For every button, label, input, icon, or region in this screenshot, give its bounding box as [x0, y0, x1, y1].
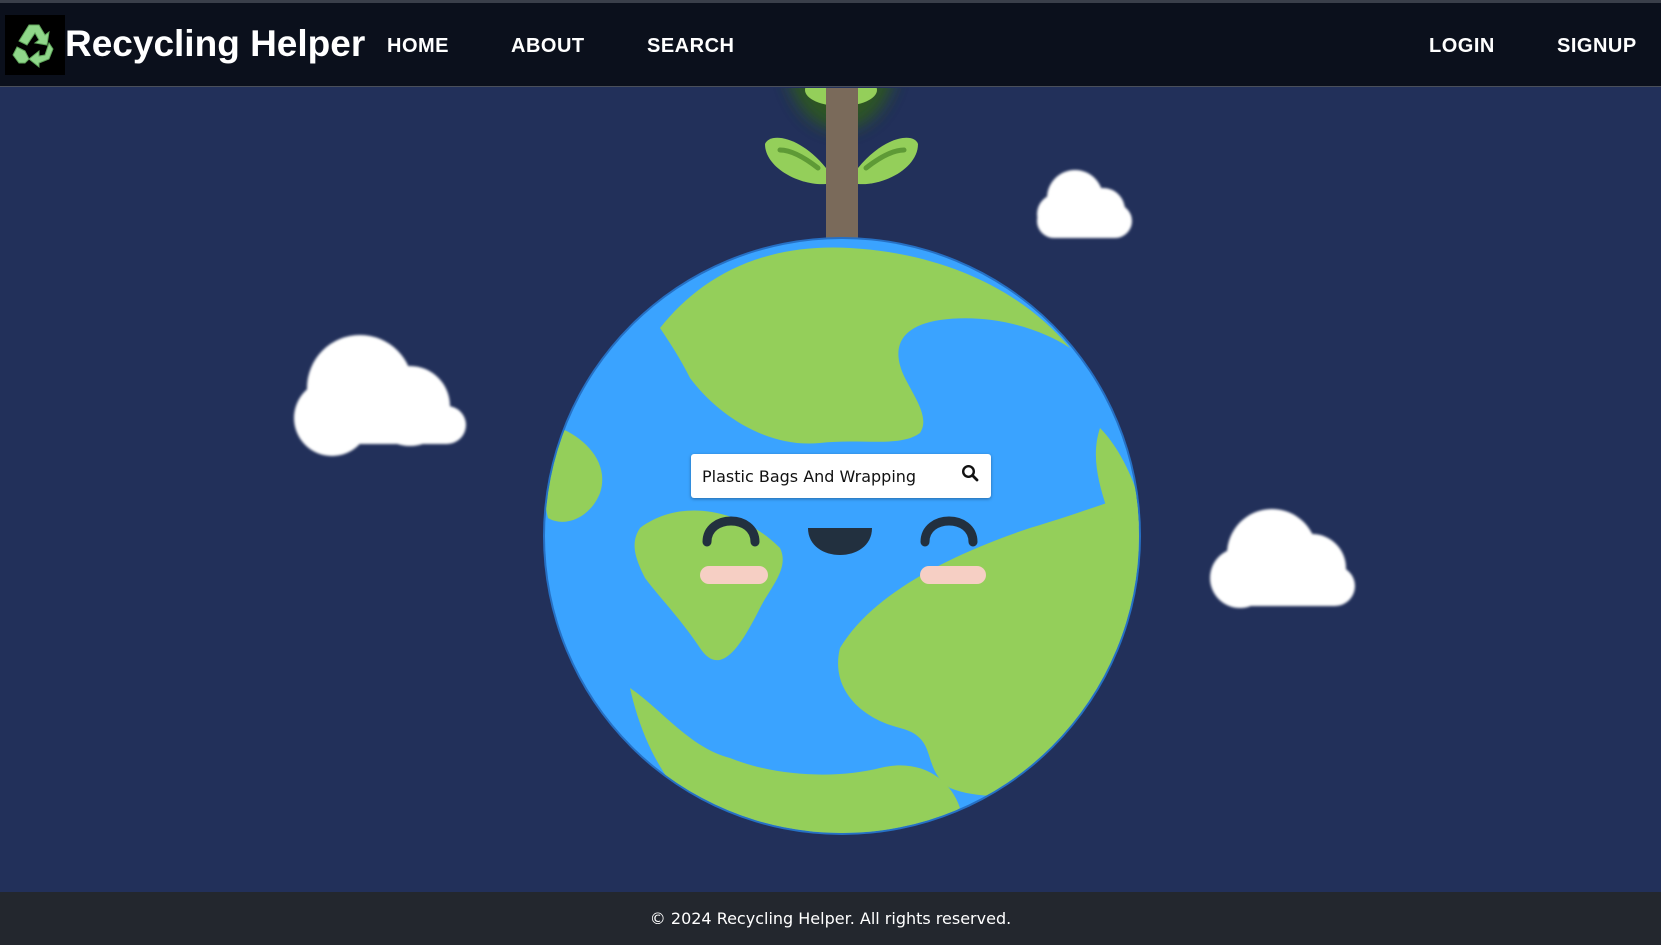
globe	[543, 237, 1141, 835]
hero-section	[0, 88, 1661, 892]
sprout-stem	[826, 88, 858, 254]
cloud-left	[294, 335, 466, 456]
cloud-top-right	[1037, 170, 1132, 238]
search-bar	[691, 454, 991, 498]
footer: © 2024 Recycling Helper. All rights rese…	[0, 892, 1661, 945]
cloud-right	[1210, 509, 1355, 608]
navbar: Recycling Helper HOME ABOUT SEARCH LOGIN…	[0, 3, 1661, 87]
search-input[interactable]	[691, 454, 947, 498]
copyright-text: © 2024 Recycling Helper. All rights rese…	[649, 909, 1012, 928]
logo[interactable]	[5, 15, 65, 75]
search-button[interactable]	[961, 464, 985, 488]
nav-home[interactable]: HOME	[387, 35, 449, 58]
nav-search[interactable]: SEARCH	[647, 35, 734, 58]
nav-signup[interactable]: SIGNUP	[1557, 35, 1637, 58]
brand-title[interactable]: Recycling Helper	[65, 23, 365, 65]
recycle-icon	[12, 24, 54, 69]
nav-about[interactable]: ABOUT	[511, 35, 585, 58]
nav-login[interactable]: LOGIN	[1429, 35, 1495, 58]
search-icon	[961, 464, 979, 482]
